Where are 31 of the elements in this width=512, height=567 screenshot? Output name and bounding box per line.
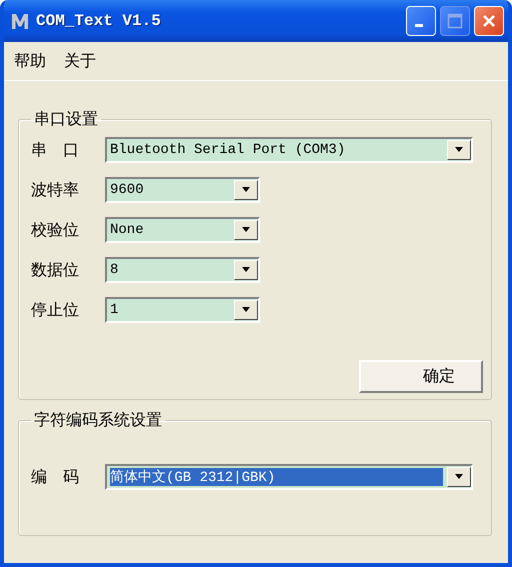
dropdown-value: 简体中文(GB 2312|GBK) bbox=[110, 468, 443, 486]
field-label: 编 码 bbox=[31, 466, 80, 488]
group-title: 串口设置 bbox=[33, 109, 99, 130]
group-title: 字符编码系统设置 bbox=[33, 410, 163, 431]
dropdown[interactable]: None bbox=[105, 217, 260, 243]
field-label: 停止位 bbox=[31, 300, 80, 320]
dropdown-value: 8 bbox=[110, 262, 120, 278]
maximize-icon bbox=[447, 13, 463, 29]
dropdown[interactable]: 简体中文(GB 2312|GBK) bbox=[105, 464, 473, 490]
field-label: 数据位 bbox=[31, 260, 80, 280]
minimize-icon bbox=[415, 24, 423, 27]
field-label: 波特率 bbox=[31, 180, 80, 200]
maximize-button[interactable] bbox=[440, 6, 470, 36]
field-label: 串 口 bbox=[31, 140, 80, 160]
minimize-button[interactable] bbox=[406, 6, 436, 36]
dropdown[interactable]: 8 bbox=[105, 257, 260, 283]
dropdown[interactable]: Bluetooth Serial Port (COM3) bbox=[105, 137, 473, 163]
confirm-button[interactable]: 确定 bbox=[359, 360, 483, 393]
close-icon bbox=[481, 13, 497, 29]
dropdown-value: 9600 bbox=[110, 182, 145, 198]
dropdown[interactable]: 1 bbox=[105, 297, 260, 323]
menu-item[interactable]: 帮助 bbox=[14, 50, 46, 72]
field-label: 校验位 bbox=[31, 220, 80, 240]
dropdown-value: None bbox=[110, 222, 145, 238]
close-button[interactable] bbox=[474, 6, 504, 36]
dropdown[interactable]: 9600 bbox=[105, 177, 260, 203]
dropdown-value: Bluetooth Serial Port (COM3) bbox=[110, 142, 346, 158]
app-logo-icon bbox=[10, 11, 30, 31]
dropdown-value: 1 bbox=[110, 302, 120, 318]
window-title: COM_Text V1.5 bbox=[36, 12, 161, 30]
menu-item[interactable]: 关于 bbox=[64, 50, 96, 72]
